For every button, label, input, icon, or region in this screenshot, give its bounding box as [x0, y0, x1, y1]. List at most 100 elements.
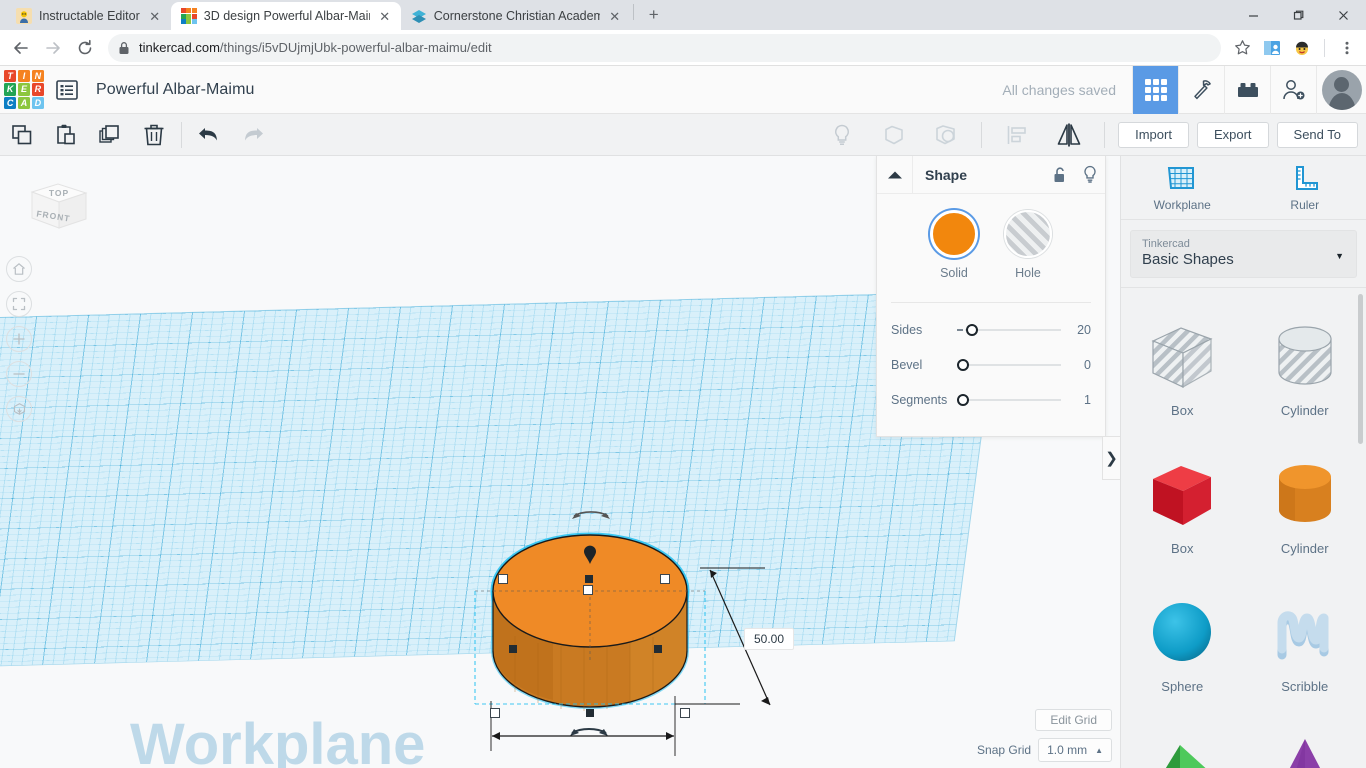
shapes-scrollbar[interactable] [1358, 294, 1363, 444]
browser-toolbar: tinkercad.com/things/i5vDUjmjUbk-powerfu… [0, 30, 1366, 66]
blocks-tool-button[interactable] [1178, 66, 1224, 114]
browser-tab-instructable[interactable]: Instructable Editor ✕ [6, 2, 171, 30]
back-button[interactable] [6, 33, 36, 63]
shape-panel-body: Solid Hole Sides 20 [877, 194, 1105, 436]
center-handle-top[interactable] [585, 575, 593, 583]
slider-track[interactable] [957, 320, 1061, 340]
slider-segments[interactable]: Segments 1 [891, 387, 1091, 413]
slider-track[interactable] [957, 390, 1061, 410]
profile-emoji-icon[interactable] [1289, 35, 1315, 61]
shape-item-cone[interactable]: Cone [1244, 710, 1366, 768]
close-icon[interactable]: ✕ [607, 8, 623, 24]
close-icon[interactable]: ✕ [147, 8, 163, 24]
design-canvas[interactable]: Workplane TOP FRONT [0, 156, 1120, 768]
solid-swatch-icon[interactable] [930, 210, 978, 258]
selected-object-cylinder[interactable] [460, 486, 860, 768]
shape-item-cylinder[interactable]: Cylinder [1244, 434, 1366, 572]
browser-tab-tinkercad[interactable]: 3D design Powerful Albar-Maim ✕ [171, 2, 401, 30]
logo-tile: E [18, 83, 30, 95]
mirror-button[interactable] [1047, 114, 1091, 156]
paste-button[interactable] [44, 114, 88, 156]
library-dropdown[interactable]: Tinkercad Basic Shapes ▼ [1130, 230, 1357, 278]
shape-mode-solid[interactable]: Solid [930, 210, 978, 280]
visibility-button[interactable] [820, 114, 864, 156]
add-person-icon [1281, 78, 1307, 102]
view-cube[interactable]: TOP FRONT [18, 174, 98, 254]
slider-track[interactable] [957, 355, 1061, 375]
duplicate-button[interactable] [88, 114, 132, 156]
side-handle-left[interactable] [509, 645, 517, 653]
shape-item-sphere[interactable]: Sphere [1121, 572, 1244, 710]
bricks-button[interactable] [1224, 66, 1270, 114]
close-icon[interactable]: ✕ [377, 8, 393, 24]
zoom-out-button[interactable] [6, 361, 32, 387]
new-tab-button[interactable]: + [640, 1, 668, 29]
group-button[interactable] [872, 114, 916, 156]
collapse-sidebar-button[interactable]: ❯ [1102, 436, 1120, 480]
resize-handle-center[interactable] [583, 585, 593, 595]
side-handle-right[interactable] [654, 645, 662, 653]
address-bar[interactable]: tinkercad.com/things/i5vDUjmjUbk-powerfu… [108, 34, 1221, 62]
slider-sides[interactable]: Sides 20 [891, 317, 1091, 343]
kebab-menu-icon[interactable] [1334, 35, 1360, 61]
edit-grid-button[interactable]: Edit Grid [1035, 709, 1112, 731]
undo-button[interactable] [187, 114, 231, 156]
snap-grid-select[interactable]: 1.0 mm ▲ [1038, 738, 1112, 762]
zoom-in-button[interactable] [6, 326, 32, 352]
shape-item-scribble[interactable]: Scribble [1244, 572, 1366, 710]
shape-item-box[interactable]: Box [1121, 434, 1244, 572]
avatar[interactable] [1316, 66, 1366, 114]
url-text: tinkercad.com/things/i5vDUjmjUbk-powerfu… [139, 40, 1211, 55]
hole-swatch-icon[interactable] [1004, 210, 1052, 258]
caret-up-icon[interactable] [877, 156, 913, 194]
caret-down-icon[interactable]: ▼ [1335, 251, 1344, 261]
fit-to-view-button[interactable] [6, 291, 32, 317]
ungroup-button[interactable] [924, 114, 968, 156]
resize-handle-bottom-left[interactable] [490, 708, 500, 718]
tinkercad-logo-icon[interactable]: T I N K E R C A D [4, 70, 44, 110]
import-button[interactable]: Import [1118, 122, 1189, 148]
center-handle-bottom[interactable] [586, 709, 594, 717]
lightbulb-icon[interactable] [1075, 156, 1105, 194]
resize-handle-top-right[interactable] [660, 574, 670, 584]
minimize-button[interactable] [1231, 0, 1276, 30]
grid-icon [1145, 79, 1167, 101]
sidebar-tool-ruler[interactable]: Ruler [1244, 156, 1366, 219]
project-list-icon[interactable] [44, 66, 90, 114]
mirror-icon [1054, 122, 1084, 148]
extension-icon[interactable] [1259, 35, 1285, 61]
logo-tile: I [18, 70, 30, 82]
perspective-toggle-button[interactable] [6, 396, 32, 422]
resize-handle-top-left[interactable] [498, 574, 508, 584]
delete-button[interactable] [132, 114, 176, 156]
unlock-icon[interactable] [1045, 156, 1075, 194]
invite-people-button[interactable] [1270, 66, 1316, 114]
sphere-icon [1139, 589, 1225, 675]
redo-button[interactable] [231, 114, 275, 156]
home-view-button[interactable] [6, 256, 32, 282]
dimension-label-depth[interactable]: 50.00 [744, 628, 794, 650]
maximize-button[interactable] [1276, 0, 1321, 30]
close-window-button[interactable] [1321, 0, 1366, 30]
send-to-button[interactable]: Send To [1277, 122, 1358, 148]
slider-label: Bevel [891, 358, 957, 372]
browser-tab-cornerstone[interactable]: Cornerstone Christian Academy ✕ [401, 2, 631, 30]
shape-item-cylinder-hole[interactable]: Cylinder [1244, 296, 1366, 434]
logo-tile: D [32, 97, 44, 109]
align-button[interactable] [995, 114, 1039, 156]
slider-bevel[interactable]: Bevel 0 [891, 352, 1091, 378]
shape-item-box-hole[interactable]: Box [1121, 296, 1244, 434]
gallery-grid-button[interactable] [1132, 66, 1178, 114]
shape-item-pyramid[interactable]: Pyramid [1121, 710, 1244, 768]
shapes-list[interactable]: Box Cylinder [1121, 287, 1366, 768]
shape-mode-hole[interactable]: Hole [1004, 210, 1052, 280]
bookmark-star-icon[interactable] [1229, 35, 1255, 61]
header-actions: All changes saved [1002, 66, 1366, 114]
sidebar-tool-workplane[interactable]: Workplane [1121, 156, 1244, 219]
resize-handle-bottom-right[interactable] [680, 708, 690, 718]
logo-tile: K [4, 83, 16, 95]
forward-button[interactable] [38, 33, 68, 63]
reload-button[interactable] [70, 33, 100, 63]
copy-button[interactable] [0, 114, 44, 156]
export-button[interactable]: Export [1197, 122, 1269, 148]
